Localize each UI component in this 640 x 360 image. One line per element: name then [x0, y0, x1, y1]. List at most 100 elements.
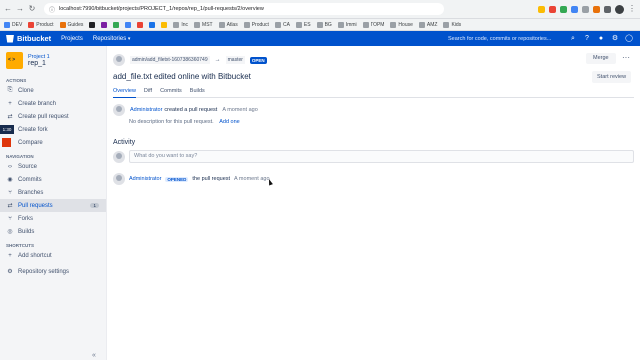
extension-icon[interactable] [593, 5, 600, 13]
bookmark-icon[interactable] [125, 21, 132, 28]
target-branch[interactable]: master [225, 56, 245, 64]
sidebar: Project 1 rep_1 ACTIONS ⎘ Clone + Create b… [0, 46, 107, 360]
bookmark[interactable]: Inc [173, 21, 188, 28]
arrow-right-icon: → [214, 57, 221, 63]
author-avatar[interactable] [113, 104, 125, 116]
sidebar-item-builds[interactable]: ◎ Builds [0, 225, 106, 238]
bookmark[interactable]: Atlas [218, 21, 238, 28]
tab-diff[interactable]: Diff [144, 87, 152, 98]
source-branch[interactable]: admin/add_filetxt-1607386360749 [130, 56, 210, 64]
sidebar-item-create-branch[interactable]: + Create branch [0, 97, 106, 110]
puzzle-icon[interactable] [604, 5, 611, 13]
sidebar-item-create-fork[interactable]: 1:30 Create fork [0, 123, 106, 136]
bookmark-icon [59, 21, 66, 28]
bookmark-label: House [398, 21, 413, 28]
sidebar-item-commits[interactable]: ◉ Commits [0, 173, 106, 186]
bookmark-icon[interactable] [137, 21, 144, 28]
start-review-button[interactable]: Start review [592, 71, 632, 83]
search-icon[interactable]: ⌕ [568, 34, 578, 44]
sidebar-item-source[interactable]: ‹› Source [0, 160, 106, 173]
bookmark[interactable]: MST [194, 21, 213, 28]
folder-icon [194, 21, 201, 28]
author-link[interactable]: Administrator [129, 176, 161, 182]
sidebar-item-clone[interactable]: ⎘ Clone [0, 84, 106, 97]
bookmark[interactable]: House [390, 21, 413, 28]
gear-icon[interactable]: ⚙ [610, 34, 620, 44]
sidebar-item-create-pull-request[interactable]: ⇄ Create pull request [0, 110, 106, 123]
menu-icon[interactable]: ⋮ [628, 5, 636, 13]
bookmark[interactable]: AMZ [418, 21, 437, 28]
comment-composer: What do you want to say? [113, 150, 634, 163]
sidebar-item-label: Compare [18, 139, 43, 146]
bookmark-icon[interactable] [149, 21, 156, 28]
code-icon: ‹› [8, 163, 12, 170]
bookmark[interactable]: Product [28, 21, 54, 28]
bookmark-label: Guides [67, 21, 84, 28]
star-icon[interactable] [538, 5, 545, 13]
pull-request-page: admin/add_filetxt-1607386360749 → master… [107, 46, 640, 360]
profile-avatar[interactable] [615, 4, 624, 14]
user-avatar[interactable]: ◯ [624, 34, 634, 44]
back-icon[interactable]: ← [4, 5, 12, 13]
branch-icon: + [8, 100, 12, 107]
bookmark[interactable]: Immi [337, 21, 357, 28]
author-link[interactable]: Administrator [130, 107, 162, 113]
repositories-menu[interactable]: Repositories ▾ [93, 36, 131, 42]
no-description-text: No description for this pull request. [129, 119, 214, 125]
extension-icon[interactable] [571, 5, 578, 13]
sidebar-item-add-shortcut[interactable]: + Add shortcut [0, 249, 106, 262]
bookmark-icon[interactable] [113, 21, 120, 28]
forward-icon[interactable]: → [16, 5, 24, 13]
sidebar-item-label: Commits [18, 176, 42, 183]
commit-icon: ◉ [7, 177, 13, 183]
logo-text: Bitbucket [17, 34, 52, 43]
actions-heading: ACTIONS [6, 78, 27, 83]
extension-icon[interactable] [560, 5, 567, 13]
comment-input[interactable]: What do you want to say? [129, 150, 634, 163]
author-avatar[interactable] [113, 173, 125, 185]
bookmark[interactable]: CA [274, 21, 290, 28]
author-avatar[interactable] [113, 54, 125, 66]
bookmark[interactable]: ES [295, 21, 311, 28]
project-logo[interactable] [6, 52, 23, 69]
extensions: ⋮ [538, 4, 636, 14]
more-actions-icon[interactable]: ··· [620, 53, 632, 64]
sidebar-item-pull-requests[interactable]: ⇄ Pull requests 1 [0, 199, 106, 212]
reload-icon[interactable]: ↻ [28, 5, 36, 13]
collapse-sidebar-icon[interactable]: « [92, 352, 96, 359]
tab-overview[interactable]: Overview [113, 87, 136, 98]
sidebar-item-compare[interactable]: Compare [0, 136, 106, 149]
sidebar-item-branches[interactable]: ⑂ Branches [0, 186, 106, 199]
page-title: add_file.txt edited online with Bitbucke… [113, 72, 251, 81]
navigation-heading: NAVIGATION [6, 154, 34, 159]
tab-commits[interactable]: Commits [160, 87, 182, 98]
pr-branch-info: admin/add_filetxt-1607386360749 → master… [113, 54, 267, 66]
bookmark[interactable]: Kids [443, 21, 461, 28]
bookmark[interactable]: Guides [59, 21, 84, 28]
branch-icon: ⑂ [8, 189, 12, 196]
bitbucket-logo[interactable]: Bitbucket [6, 34, 51, 43]
bookmark-label: ES [303, 21, 311, 28]
bookmark-icon[interactable] [161, 21, 168, 28]
bookmarks-bar: DEV Product Guides Inc MST Atlas Product… [0, 19, 640, 31]
bookmark[interactable]: Product [243, 21, 269, 28]
bookmark[interactable]: BG [316, 21, 332, 28]
sidebar-item-label: Pull requests [18, 202, 53, 209]
bookmark-icon[interactable] [89, 21, 96, 28]
repo-name[interactable]: rep_1 [28, 60, 50, 67]
add-description-link[interactable]: Add one [219, 119, 240, 125]
projects-link[interactable]: Projects [61, 36, 83, 42]
merge-button[interactable]: Merge [586, 53, 616, 64]
bookmark[interactable]: DEV [4, 21, 22, 28]
search-input[interactable]: Search for code, commits or repositories… [444, 34, 564, 44]
bell-icon[interactable]: ● [596, 34, 606, 44]
bookmark[interactable]: ГОРМ [362, 21, 384, 28]
bookmark-icon[interactable] [101, 21, 108, 28]
address-bar[interactable]: ⓘ localhost:7990/bitbucket/projects/PROJ… [44, 3, 444, 15]
extension-icon[interactable] [582, 5, 589, 13]
extension-icon[interactable] [549, 5, 556, 13]
tab-builds[interactable]: Builds [190, 87, 205, 98]
help-icon[interactable]: ? [582, 34, 592, 44]
sidebar-item-repository-settings[interactable]: ⚙ Repository settings [0, 265, 106, 278]
sidebar-item-forks[interactable]: ⑂ Forks [0, 212, 106, 225]
